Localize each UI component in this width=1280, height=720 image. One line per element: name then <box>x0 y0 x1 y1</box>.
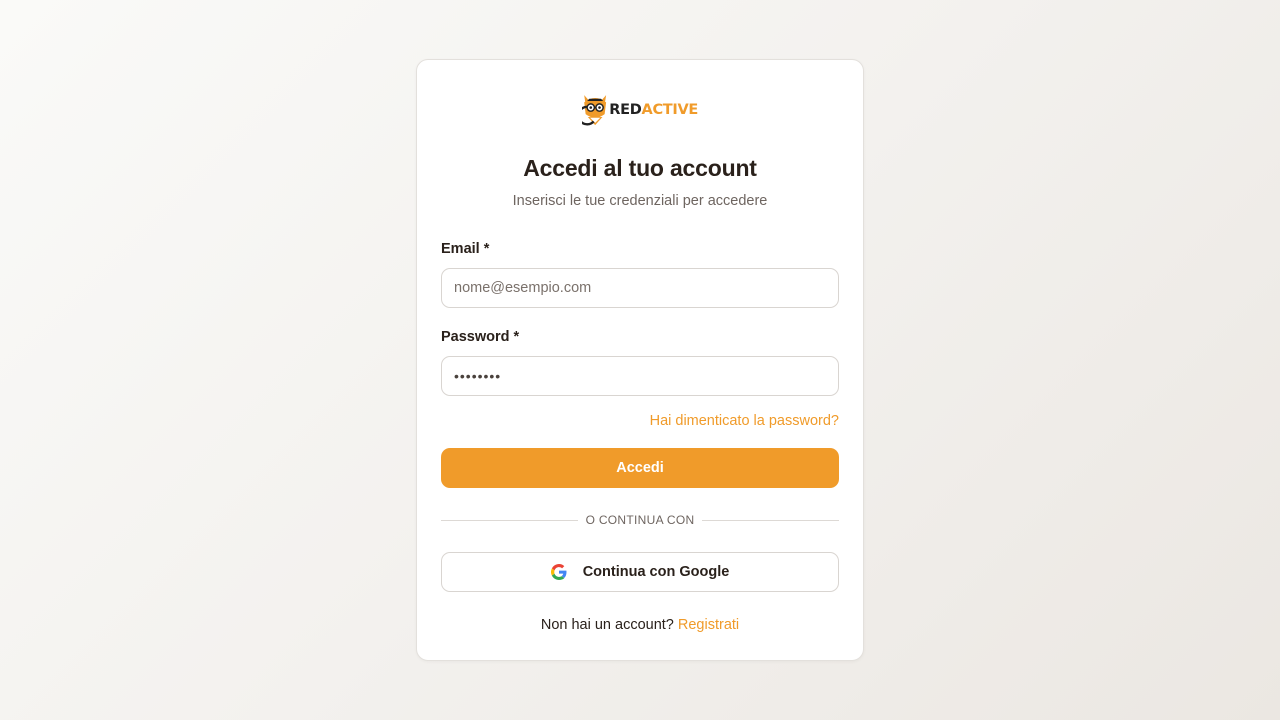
signup-link[interactable]: Registrati <box>678 617 739 633</box>
forgot-password-link[interactable]: Hai dimenticato la password? <box>650 413 839 429</box>
email-label: Email * <box>441 241 490 257</box>
google-login-button[interactable]: Continua con Google <box>441 552 839 592</box>
brand-wordmark: REDACTIVE <box>609 102 698 118</box>
password-label: Password * <box>441 329 520 345</box>
email-field[interactable]: nome@esempio.com <box>441 268 839 308</box>
divider-line-left <box>441 519 578 521</box>
signup-row: Non hai un account? Registrati <box>417 617 863 633</box>
page-title: Accedi al tuo account <box>523 155 757 181</box>
page-subtitle: Inserisci le tue credenziali per acceder… <box>512 193 768 209</box>
brand-logo: REDACTIVE <box>582 85 698 133</box>
email-placeholder: nome@esempio.com <box>454 280 592 296</box>
divider: O CONTINUA CON <box>441 512 839 528</box>
login-button[interactable]: Accedi <box>441 448 839 488</box>
divider-line-right <box>702 519 839 521</box>
password-value: •••••••• <box>454 368 502 384</box>
fox-logo-icon <box>582 95 607 126</box>
password-field[interactable]: •••••••• <box>441 356 839 396</box>
google-button-label: Continua con Google <box>582 564 730 580</box>
login-card: REDACTIVE Accedi al tuo account Inserisc… <box>416 59 864 661</box>
divider-text: O CONTINUA CON <box>585 513 695 527</box>
google-icon <box>550 564 567 580</box>
signup-prompt: Non hai un account? <box>540 617 674 633</box>
